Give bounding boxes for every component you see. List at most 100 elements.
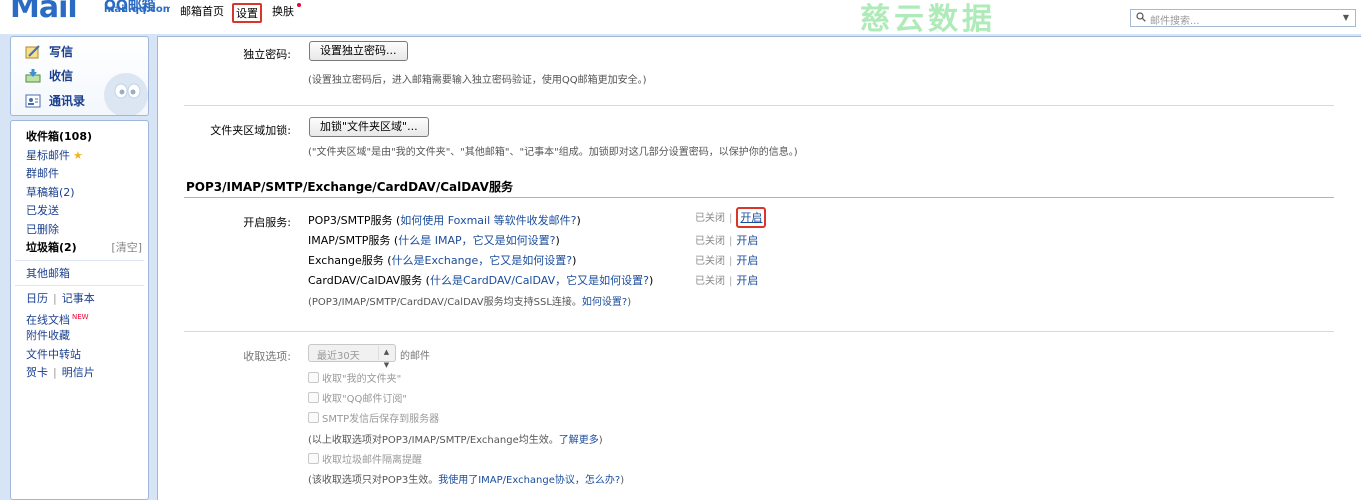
inbox-button[interactable]: 收信 bbox=[25, 67, 73, 84]
folder-drafts[interactable]: 草稿箱(2) bbox=[11, 183, 148, 202]
checkbox-label: 收取"我的文件夹" bbox=[322, 374, 402, 385]
enable-imap-button[interactable]: 开启 bbox=[736, 234, 758, 247]
enable-exchange-button[interactable]: 开启 bbox=[736, 254, 758, 267]
password-hint: (设置独立密码后，进入邮箱需要输入独立密码验证，使用QQ邮箱更加安全。) bbox=[308, 75, 647, 86]
status-carddav: 已关闭 | 开启 bbox=[695, 274, 759, 287]
star-icon: ★ bbox=[73, 148, 83, 162]
qq-mail-logo[interactable]: Mail QQ邮箱 mail.qq.com bbox=[10, 0, 170, 18]
checkbox-smtp-save[interactable]: SMTP发信后保存到服务器 bbox=[308, 410, 439, 425]
nav-skin-label: 换肤 bbox=[272, 5, 294, 18]
learn-more-link[interactable]: 了解更多 bbox=[559, 435, 599, 446]
service-name: Exchange服务 ( bbox=[308, 254, 392, 267]
new-dot-icon bbox=[297, 3, 301, 7]
service-row-pop3: POP3/SMTP服务 (如何使用 Foxmail 等软件收发邮件?) bbox=[308, 212, 581, 228]
logo-text: Mail bbox=[10, 0, 78, 18]
calendar-notes-row: 日历 | 记事本 bbox=[26, 292, 95, 305]
compose-label: 写信 bbox=[49, 45, 74, 59]
receive-suffix: 的邮件 bbox=[400, 351, 430, 362]
receive-range-select[interactable]: 最近30天 ▲ ▼ bbox=[308, 344, 396, 369]
receive-range-value: 最近30天 bbox=[317, 351, 360, 362]
search-icon bbox=[1136, 12, 1146, 22]
watermark: 慈云数据 bbox=[860, 2, 996, 37]
greeting-card-link[interactable]: 贺卡 bbox=[26, 366, 48, 379]
folder-starred-label: 星标邮件 bbox=[26, 148, 70, 162]
folder-spam-label: 垃圾箱(2) bbox=[26, 241, 77, 254]
folder-inbox[interactable]: 收件箱(108) bbox=[11, 127, 148, 146]
logo-domain: mail.qq.com bbox=[104, 4, 170, 15]
nav-settings[interactable]: 设置 bbox=[232, 3, 262, 23]
status-pop3: 已关闭 | 开启 bbox=[695, 207, 767, 228]
contacts-button[interactable]: 通讯录 bbox=[25, 92, 85, 109]
checkbox-qq-subscription[interactable]: 收取"QQ邮件订阅" bbox=[308, 390, 407, 405]
paren: ) bbox=[576, 214, 581, 227]
online-docs-label: 在线文档 bbox=[26, 313, 70, 327]
checkbox-icon bbox=[308, 412, 319, 423]
status-closed: 已关闭 bbox=[695, 213, 725, 224]
top-bar: Mail QQ邮箱 mail.qq.com 邮箱首页 设置 换肤 慈云数据 邮件… bbox=[0, 0, 1361, 37]
other-mailboxes[interactable]: 其他邮箱 bbox=[11, 264, 148, 283]
status-closed: 已关闭 bbox=[695, 256, 725, 267]
paren: ) bbox=[627, 297, 632, 308]
checkbox-label: 收取"QQ邮件订阅" bbox=[322, 394, 407, 405]
checkbox-label: 收取垃圾邮件隔离提醒 bbox=[322, 455, 422, 466]
exchange-help-link[interactable]: 什么是Exchange，它又是如何设置? bbox=[392, 254, 573, 267]
checkbox-my-folders[interactable]: 收取"我的文件夹" bbox=[308, 370, 401, 385]
search-placeholder: 邮件搜索... bbox=[1150, 16, 1200, 27]
enable-carddav-button[interactable]: 开启 bbox=[736, 274, 758, 287]
service-row-exchange: Exchange服务 (什么是Exchange，它又是如何设置?) bbox=[308, 252, 576, 268]
checkbox-icon bbox=[308, 453, 319, 464]
folder-sent[interactable]: 已发送 bbox=[11, 201, 148, 220]
service-name: POP3/SMTP服务 ( bbox=[308, 214, 401, 227]
ssl-setup-link[interactable]: 如何设置? bbox=[582, 297, 627, 308]
checkbox-label: SMTP发信后保存到服务器 bbox=[322, 414, 440, 425]
status-closed: 已关闭 bbox=[695, 276, 725, 287]
pop3-help-link[interactable]: 如何使用 Foxmail 等软件收发邮件? bbox=[400, 214, 576, 227]
nav-skin[interactable]: 换肤 bbox=[268, 3, 303, 23]
contacts-icon bbox=[25, 94, 41, 107]
chevron-down-icon[interactable]: ▼ bbox=[1343, 13, 1349, 22]
service-name: CardDAV/CalDAV服务 ( bbox=[308, 274, 430, 287]
service-name: IMAP/SMTP服务 ( bbox=[308, 234, 399, 247]
receive-hint-text: (以上收取选项对POP3/IMAP/SMTP/Exchange均生效。 bbox=[308, 435, 559, 446]
password-label: 独立密码: bbox=[243, 48, 291, 61]
carddav-help-link[interactable]: 什么是CardDAV/CalDAV，它又是如何设置? bbox=[430, 274, 649, 287]
compose-button[interactable]: 写信 bbox=[25, 43, 73, 60]
section-divider bbox=[184, 197, 1334, 198]
file-transfer-link[interactable]: 文件中转站 bbox=[11, 345, 148, 364]
quick-actions: 写信 收信 通讯录 bbox=[10, 36, 149, 116]
status-imap: 已关闭 | 开启 bbox=[695, 234, 759, 247]
folder-list: 收件箱(108) 星标邮件 ★ 群邮件 草稿箱(2) 已发送 已删除 垃圾箱(2)… bbox=[10, 120, 149, 500]
sidebar: 写信 收信 通讯录 收件箱(108) 星标邮件 ★ 群邮件 草稿箱(2) 已发送 … bbox=[10, 36, 149, 500]
penguin-mascot-icon bbox=[104, 73, 148, 115]
folder-spam[interactable]: 垃圾箱(2) [清空] bbox=[11, 238, 148, 257]
ssl-hint: (POP3/IMAP/SMTP/CardDAV/CalDAV服务均支持SSL连接… bbox=[308, 293, 631, 308]
status-closed: 已关闭 bbox=[695, 236, 725, 247]
online-docs-link[interactable]: 在线文档 NEW bbox=[11, 308, 148, 327]
checkbox-spam-reminder[interactable]: 收取垃圾邮件隔离提醒 bbox=[308, 451, 422, 466]
notes-link[interactable]: 记事本 bbox=[62, 292, 95, 305]
folder-lock-label: 文件夹区域加锁: bbox=[210, 124, 291, 137]
checkbox-icon bbox=[308, 392, 319, 403]
empty-spam-link[interactable]: [清空] bbox=[111, 239, 142, 256]
status-exchange: 已关闭 | 开启 bbox=[695, 254, 759, 267]
imap-exchange-help-link[interactable]: 我使用了IMAP/Exchange协议，怎么办? bbox=[438, 475, 620, 486]
nav-mail-home[interactable]: 邮箱首页 bbox=[178, 3, 226, 23]
compose-icon bbox=[25, 44, 40, 58]
folder-deleted[interactable]: 已删除 bbox=[11, 220, 148, 239]
calendar-link[interactable]: 日历 bbox=[26, 292, 48, 305]
settings-panel: 独立密码: 设置独立密码... (设置独立密码后，进入邮箱需要输入独立密码验证，… bbox=[157, 36, 1361, 500]
search-input[interactable]: 邮件搜索... ▼ bbox=[1130, 9, 1356, 27]
divider bbox=[184, 331, 1334, 332]
folder-starred[interactable]: 星标邮件 ★ bbox=[11, 146, 148, 165]
folder-group[interactable]: 群邮件 bbox=[11, 164, 148, 183]
receive-options-label: 收取选项: bbox=[243, 350, 291, 363]
lock-folders-button[interactable]: 加锁"文件夹区域"... bbox=[309, 117, 429, 137]
attachments-link[interactable]: 附件收藏 bbox=[11, 326, 148, 345]
imap-help-link[interactable]: 什么是 IMAP，它又是如何设置? bbox=[398, 234, 555, 247]
service-row-imap: IMAP/SMTP服务 (什么是 IMAP，它又是如何设置?) bbox=[308, 232, 560, 248]
enable-pop3-button[interactable]: 开启 bbox=[736, 207, 767, 228]
checkbox-icon bbox=[308, 372, 319, 383]
paren: ) bbox=[598, 435, 603, 446]
postcard-link[interactable]: 明信片 bbox=[62, 366, 95, 379]
set-password-button[interactable]: 设置独立密码... bbox=[309, 41, 408, 61]
